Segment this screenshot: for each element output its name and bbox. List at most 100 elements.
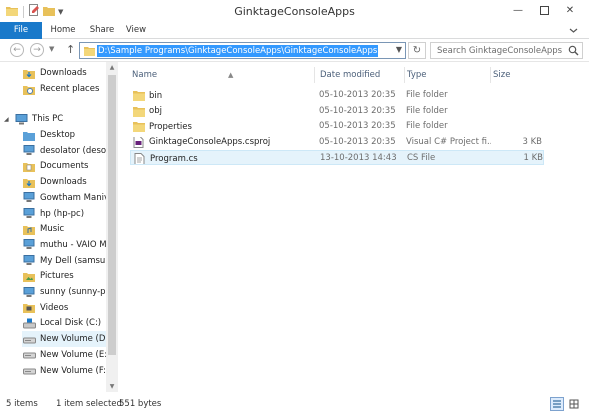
folder-icon: [133, 106, 145, 117]
drive-icon: [22, 349, 36, 361]
documents-folder-icon: [22, 160, 36, 172]
file-row[interactable]: Properties 05-10-2013 20:35 File folder: [130, 119, 544, 134]
folder-icon: [133, 90, 145, 101]
collapse-arrow-icon[interactable]: ◢: [4, 116, 14, 123]
nav-scrollbar[interactable]: ▲ ▼: [106, 62, 118, 392]
search-input[interactable]: [431, 43, 567, 58]
sort-ascending-icon: ▲: [228, 71, 234, 79]
ribbon-tab-bar: File Home Share View: [0, 22, 589, 39]
nav-item[interactable]: Gowtham Manive: [22, 190, 106, 206]
minimize-button[interactable]: —: [505, 2, 531, 18]
nav-item[interactable]: Downloads: [22, 174, 106, 190]
scrollbar-thumb[interactable]: [108, 75, 116, 355]
file-type: File folder: [406, 105, 448, 116]
file-row[interactable]: bin 05-10-2013 20:35 File folder: [130, 88, 544, 103]
nav-item[interactable]: desolator (desola: [22, 143, 106, 159]
details-view-button[interactable]: [550, 397, 564, 411]
large-icons-view-button[interactable]: [567, 397, 581, 411]
search-icon[interactable]: [568, 45, 579, 59]
file-name: bin: [149, 90, 163, 101]
nav-item-recent-places[interactable]: Recent places: [22, 81, 106, 97]
up-button[interactable]: ↑: [66, 43, 75, 56]
file-date: 05-10-2013 20:35: [319, 90, 396, 100]
nav-item-label: New Volume (F:): [40, 365, 106, 376]
network-pc-icon: [22, 192, 36, 204]
file-name: obj: [149, 106, 162, 116]
folder-icon: [84, 46, 95, 59]
recent-locations-icon[interactable]: ▼: [49, 45, 54, 53]
column-name-label: Name: [132, 70, 158, 80]
nav-item-label: Music: [40, 224, 65, 235]
recent-places-icon: [22, 83, 36, 95]
scroll-down-icon[interactable]: ▼: [108, 383, 116, 390]
navigation-pane: Downloads Recent places ◢ This PC Deskto…: [0, 62, 118, 392]
nav-item[interactable]: Documents: [22, 158, 106, 174]
nav-item-label: hp (hp-pc): [40, 208, 85, 219]
nav-item-label: desolator (desola: [40, 145, 106, 156]
address-bar[interactable]: D:\Sample Programs\GinktageConsoleApps\G…: [79, 42, 406, 59]
file-row[interactable]: obj 05-10-2013 20:35 File folder: [130, 104, 544, 119]
nav-item[interactable]: Pictures: [22, 268, 106, 284]
tab-share[interactable]: Share: [84, 22, 120, 39]
file-size: 1 KB: [523, 153, 543, 163]
file-name: Properties: [149, 121, 192, 132]
column-divider[interactable]: [314, 67, 315, 83]
view-switcher: [550, 397, 581, 411]
file-date: 05-10-2013 20:35: [319, 121, 396, 131]
details-view-icon: [553, 400, 561, 408]
status-selected-size: 551 bytes: [119, 399, 162, 409]
drive-icon: [22, 333, 36, 345]
nav-item[interactable]: Videos: [22, 300, 106, 316]
nav-item[interactable]: sunny (sunny-pc): [22, 284, 106, 300]
tab-view[interactable]: View: [120, 22, 152, 39]
folder-icon: [133, 121, 145, 132]
network-pc-icon: [22, 255, 36, 267]
nav-item-label: muthu - VAIO Me: [40, 239, 106, 250]
back-button[interactable]: ←: [10, 43, 24, 57]
nav-item-label: Desktop: [40, 130, 76, 140]
column-header-date[interactable]: Date modified: [320, 67, 404, 83]
address-path[interactable]: D:\Sample Programs\GinktageConsoleApps\G…: [97, 45, 379, 57]
file-row[interactable]: GinktageConsoleApps.csproj 05-10-2013 20:…: [130, 135, 544, 150]
file-date: 05-10-2013 20:35: [319, 136, 396, 147]
nav-item[interactable]: New Volume (D:): [22, 331, 106, 348]
maximize-button[interactable]: [531, 2, 557, 18]
column-header-name[interactable]: Name ▲: [132, 67, 312, 83]
nav-item[interactable]: Local Disk (C:): [22, 315, 106, 331]
refresh-button[interactable]: ↻: [408, 42, 426, 59]
windows-drive-icon: [22, 317, 36, 329]
nav-item-label: Videos: [40, 302, 69, 313]
window-controls: — ✕: [505, 2, 583, 18]
file-type: File folder: [406, 121, 448, 131]
column-header-size[interactable]: Size: [493, 67, 543, 83]
file-row[interactable]: Program.cs 13-10-2013 14:43 CS File 1 KB: [130, 150, 544, 165]
nav-item-this-pc[interactable]: ◢ This PC: [4, 111, 106, 127]
tab-file[interactable]: File: [0, 22, 42, 39]
nav-item-label: New Volume (E:): [40, 349, 106, 360]
scroll-up-icon[interactable]: ▲: [108, 64, 116, 71]
nav-item-label: This PC: [32, 114, 64, 124]
nav-item-label: Gowtham Manive: [40, 192, 106, 203]
search-box[interactable]: [430, 42, 583, 59]
forward-button[interactable]: →: [30, 43, 44, 57]
nav-item[interactable]: Desktop: [22, 127, 106, 143]
expand-ribbon-icon[interactable]: [568, 25, 579, 36]
nav-item[interactable]: New Volume (F:): [22, 363, 106, 379]
nav-item[interactable]: New Volume (E:): [22, 347, 106, 363]
large-icons-view-icon: [569, 399, 579, 409]
nav-item[interactable]: muthu - VAIO Me: [22, 237, 106, 253]
file-name: Program.cs: [150, 153, 198, 164]
close-button[interactable]: ✕: [557, 2, 583, 18]
column-header-type[interactable]: Type: [407, 67, 487, 83]
tab-home[interactable]: Home: [44, 22, 82, 39]
address-dropdown-icon[interactable]: ▼: [396, 45, 402, 54]
maximize-icon: [539, 5, 549, 15]
file-name: GinktageConsoleApps.csproj: [149, 137, 271, 147]
nav-item[interactable]: hp (hp-pc): [22, 206, 106, 222]
file-name-cell: obj: [133, 106, 313, 117]
nav-item[interactable]: Music: [22, 221, 106, 237]
nav-item[interactable]: My Dell (samsung: [22, 253, 106, 269]
column-divider[interactable]: [490, 67, 491, 83]
nav-item-downloads-quick[interactable]: Downloads: [22, 65, 106, 81]
column-divider[interactable]: [404, 67, 405, 83]
